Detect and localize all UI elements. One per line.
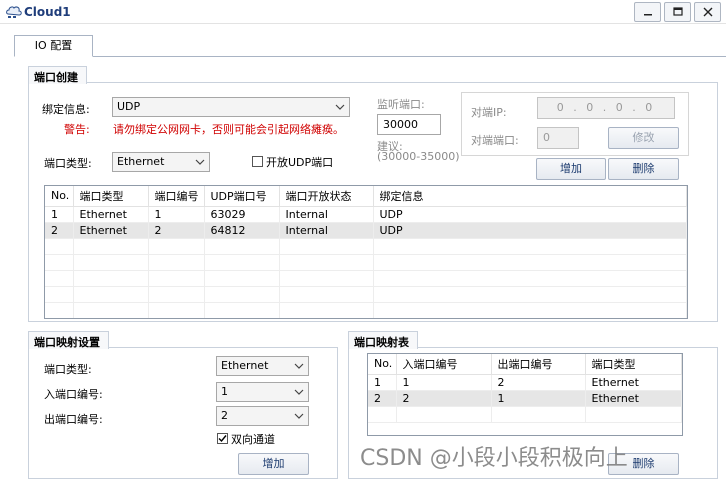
warning-text: 请勿绑定公网网卡，否则可能会引起网络瘫痪。 xyxy=(113,123,344,136)
table-row[interactable]: 2 Ethernet 2 64812 Internal UDP xyxy=(45,222,687,239)
open-udp-checkbox[interactable] xyxy=(252,156,263,167)
chevron-down-icon xyxy=(335,104,345,110)
window-title: Cloud1 xyxy=(24,5,71,19)
in-port-label: 入端口编号: xyxy=(44,388,103,401)
column-header[interactable]: UDP端口号 xyxy=(204,186,280,207)
out-port-value: 2 xyxy=(221,409,228,422)
table-cell: 2 xyxy=(368,390,397,407)
listen-port-input[interactable]: 30000 xyxy=(377,114,441,135)
table-cell: 1 xyxy=(396,374,492,391)
table-cell: UDP xyxy=(373,206,687,223)
table-cell: 1 xyxy=(148,206,205,223)
peer-ip-label: 对端IP: xyxy=(471,106,507,119)
table-cell: 1 xyxy=(45,206,74,223)
bind-info-value: UDP xyxy=(117,100,141,113)
chevron-down-icon xyxy=(294,413,304,419)
maximize-icon xyxy=(672,7,683,16)
table-cell: UDP xyxy=(373,222,687,239)
table-row[interactable]: 1 1 2 Ethernet xyxy=(368,374,682,391)
table-cell: Internal xyxy=(279,206,374,223)
open-udp-label: 开放UDP端口 xyxy=(266,156,334,169)
table-cell: 2 xyxy=(396,390,492,407)
column-header[interactable]: 端口类型 xyxy=(73,186,149,207)
close-button[interactable] xyxy=(694,2,721,22)
in-port-value: 1 xyxy=(221,385,228,398)
table-cell: Ethernet xyxy=(585,374,682,391)
table-header-row: No. 入端口编号 出端口编号 端口类型 xyxy=(368,354,682,375)
port-mapping-settings-title: 端口映射设置 xyxy=(28,331,109,349)
chevron-down-icon xyxy=(294,363,304,369)
close-icon xyxy=(703,7,712,17)
column-header[interactable]: No. xyxy=(368,354,397,375)
tab-strip-divider xyxy=(14,56,726,57)
table-cell: 1 xyxy=(491,390,586,407)
column-header[interactable]: 端口类型 xyxy=(585,354,682,375)
table-cell: Ethernet xyxy=(73,206,149,223)
table-cell: 2 xyxy=(491,374,586,391)
delete-port-button[interactable]: 删除 xyxy=(608,158,679,180)
warning-label: 警告: xyxy=(64,123,90,136)
bidirectional-checkbox[interactable] xyxy=(217,433,228,444)
table-cell: Internal xyxy=(279,222,374,239)
table-cell: 64812 xyxy=(204,222,280,239)
cloud-app-icon xyxy=(6,6,22,18)
empty-row xyxy=(368,406,682,423)
watermark-text: CSDN @小段小段积极向上 xyxy=(360,446,628,471)
table-header-row: No. 端口类型 端口编号 UDP端口号 端口开放状态 绑定信息 xyxy=(45,186,687,207)
title-bar: Cloud1 xyxy=(0,0,726,24)
checkmark-icon xyxy=(218,435,227,443)
out-port-select[interactable]: 2 xyxy=(216,406,309,426)
map-port-type-label: 端口类型: xyxy=(44,363,92,376)
table-cell: Ethernet xyxy=(73,222,149,239)
table-cell: Ethernet xyxy=(585,390,682,407)
add-mapping-button[interactable]: 增加 xyxy=(238,453,309,475)
table-cell: 63029 xyxy=(204,206,280,223)
port-type-value: Ethernet xyxy=(117,155,165,168)
column-header[interactable]: 入端口编号 xyxy=(396,354,492,375)
column-header[interactable]: 绑定信息 xyxy=(373,186,687,207)
out-port-label: 出端口编号: xyxy=(44,413,103,426)
bind-info-select[interactable]: UDP xyxy=(112,97,350,117)
port-type-label: 端口类型: xyxy=(44,157,92,170)
port-table: No. 端口类型 端口编号 UDP端口号 端口开放状态 绑定信息 1 Ether… xyxy=(44,185,688,319)
in-port-select[interactable]: 1 xyxy=(216,382,309,402)
mapping-table: No. 入端口编号 出端口编号 端口类型 1 1 2 Ethernet 2 2 … xyxy=(367,353,683,436)
minimize-icon xyxy=(643,14,652,16)
column-header[interactable]: 端口编号 xyxy=(148,186,205,207)
peer-port-input[interactable]: 0 xyxy=(537,127,579,149)
table-cell: 2 xyxy=(45,222,74,239)
peer-ip-input[interactable]: 0 . 0 . 0 . 0 xyxy=(537,97,675,119)
empty-row xyxy=(45,302,687,318)
table-row[interactable]: 1 Ethernet 1 63029 Internal UDP xyxy=(45,206,687,223)
maximize-button[interactable] xyxy=(664,2,691,22)
map-port-type-value: Ethernet xyxy=(221,359,269,372)
column-header[interactable]: 出端口编号 xyxy=(491,354,586,375)
empty-row xyxy=(45,254,687,271)
bidirectional-label: 双向通道 xyxy=(231,433,275,446)
listen-port-label: 监听端口: xyxy=(377,98,425,111)
peer-port-label: 对端端口: xyxy=(471,134,519,147)
port-create-title: 端口创建 xyxy=(28,66,87,84)
bind-info-label: 绑定信息: xyxy=(42,103,90,116)
table-row[interactable]: 2 2 1 Ethernet xyxy=(368,390,682,407)
port-mapping-table-title: 端口映射表 xyxy=(348,331,418,349)
column-header[interactable]: 端口开放状态 xyxy=(279,186,374,207)
minimize-button[interactable] xyxy=(634,2,661,22)
empty-row xyxy=(45,270,687,287)
table-cell: 2 xyxy=(148,222,205,239)
tab-io-config[interactable]: IO 配置 xyxy=(14,35,93,57)
empty-row xyxy=(45,286,687,303)
chevron-down-icon xyxy=(195,159,205,165)
chevron-down-icon xyxy=(294,389,304,395)
empty-row xyxy=(45,238,687,255)
port-type-select[interactable]: Ethernet xyxy=(112,152,210,172)
modify-button[interactable]: 修改 xyxy=(608,127,679,149)
table-cell: 1 xyxy=(368,374,397,391)
column-header[interactable]: No. xyxy=(45,186,74,207)
map-port-type-select[interactable]: Ethernet xyxy=(216,356,309,376)
suggest-range: (30000-35000) xyxy=(377,150,460,163)
add-port-button[interactable]: 增加 xyxy=(536,158,606,180)
